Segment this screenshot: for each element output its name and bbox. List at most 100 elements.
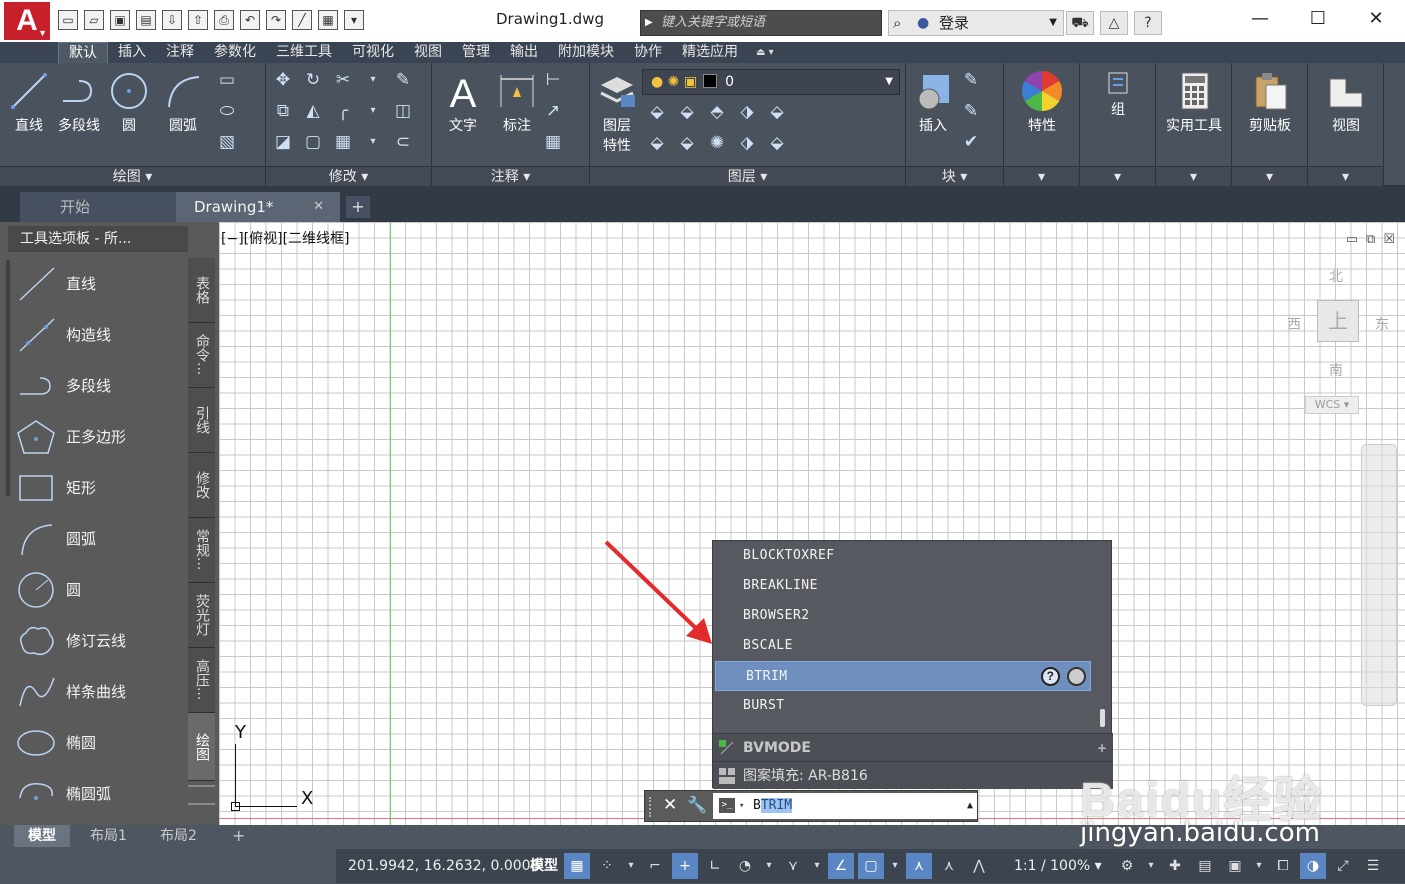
linear-dimension-icon[interactable]: ⊢ bbox=[540, 67, 566, 93]
dimension-tool-button[interactable]: 标注 bbox=[492, 71, 542, 135]
expand-arrow-icon[interactable]: ▶ bbox=[645, 11, 653, 35]
layer-tool-5-icon[interactable]: ⬙ bbox=[764, 99, 790, 125]
recent-commands-icon[interactable]: ▾ bbox=[739, 793, 744, 819]
workspace-dropdown-icon[interactable]: ▾ bbox=[1144, 853, 1158, 879]
match-properties-icon[interactable]: ╱ bbox=[292, 10, 312, 30]
navigation-bar[interactable] bbox=[1361, 444, 1397, 706]
annotation-monitor-icon[interactable]: ✚ bbox=[1162, 853, 1188, 879]
palette-item-polygon[interactable]: 正多边形 bbox=[14, 411, 186, 462]
stretch-icon[interactable]: ◪ bbox=[270, 129, 296, 155]
vtab-leaders[interactable]: 引线 bbox=[188, 388, 215, 453]
coordinate-readout[interactable]: 201.9942, 16.2632, 0.0000 bbox=[348, 849, 539, 883]
vtab-fluorescent[interactable]: 荧光灯 bbox=[188, 583, 215, 648]
text-tool-button[interactable]: A 文字 bbox=[438, 71, 488, 135]
panel-title-layers[interactable]: 图层 ▾ bbox=[590, 166, 905, 186]
wcs-menu[interactable]: WCS ▾ bbox=[1305, 396, 1359, 414]
layer-tool-4-icon[interactable]: ⬗ bbox=[734, 99, 760, 125]
customize-wrench-icon[interactable]: 🔧 bbox=[687, 795, 707, 814]
panel-title-modify[interactable]: 修改 ▾ bbox=[266, 166, 431, 186]
offset-icon[interactable]: ⊂ bbox=[390, 129, 416, 155]
tab-featured-apps[interactable]: 精选应用 bbox=[672, 42, 748, 63]
vtab-high-voltage[interactable]: 高压... bbox=[188, 648, 215, 713]
isolate-objects-icon[interactable]: ⧠ bbox=[1270, 853, 1296, 879]
login-button[interactable]: ⌕ ● 登录 ▼ bbox=[888, 10, 1064, 36]
close-icon[interactable]: ✕ bbox=[1347, 0, 1405, 38]
tab-visualize[interactable]: 可视化 bbox=[342, 42, 404, 63]
isometric-icon[interactable]: ⋎ bbox=[780, 853, 806, 879]
osnap-dropdown-icon[interactable]: ▾ bbox=[888, 853, 902, 879]
palette-item-revcloud[interactable]: 修订云线 bbox=[14, 615, 186, 666]
vtab-commands[interactable]: 命令... bbox=[188, 323, 215, 388]
block-attributes-icon[interactable]: ✔ bbox=[958, 129, 984, 155]
lock-ui-dropdown-icon[interactable]: ▾ bbox=[1252, 853, 1266, 879]
palette-title[interactable]: 工具选项板 - 所... bbox=[8, 226, 188, 252]
quick-properties-icon[interactable]: ▣ bbox=[1222, 853, 1248, 879]
maximize-icon[interactable]: ☐ bbox=[1289, 0, 1347, 38]
leader-icon[interactable]: ↗ bbox=[540, 98, 566, 124]
palette-item-construction-line[interactable]: 构造线 bbox=[14, 309, 186, 360]
snap-dropdown-icon[interactable]: ▾ bbox=[624, 853, 638, 879]
copy-icon[interactable]: ⧉ bbox=[270, 98, 296, 124]
layer-tool-10-icon[interactable]: ⬙ bbox=[764, 130, 790, 156]
tab-parametric[interactable]: 参数化 bbox=[204, 42, 266, 63]
iso-dropdown-icon[interactable]: ▾ bbox=[810, 853, 824, 879]
palette-item-spline[interactable]: 样条曲线 bbox=[14, 666, 186, 717]
utilities-button[interactable]: 实用工具 bbox=[1162, 71, 1226, 135]
viewcube-north[interactable]: 北 bbox=[1329, 266, 1343, 286]
tab-start[interactable]: 开始 bbox=[20, 192, 180, 222]
a360-icon[interactable]: △ bbox=[1100, 11, 1128, 35]
array-icon[interactable]: ▦ bbox=[330, 129, 356, 155]
layer-dropdown[interactable]: ● ✺ ▣ 0 ▼ bbox=[642, 69, 900, 95]
customization-menu-icon[interactable]: ☰ bbox=[1360, 853, 1386, 879]
units-icon[interactable]: ▤ bbox=[1192, 853, 1218, 879]
tab-layout2[interactable]: 布局2 bbox=[146, 825, 211, 847]
command-line-grip[interactable] bbox=[649, 797, 655, 817]
polyline-tool-button[interactable]: 多段线 bbox=[54, 71, 104, 135]
viewcube-top-face[interactable]: 上 bbox=[1317, 300, 1359, 342]
viewport-minimize-icon[interactable]: ▭ bbox=[1346, 232, 1358, 247]
palette-item-elliptical-arc[interactable]: 椭圆弧 bbox=[14, 768, 186, 819]
grid-icon[interactable]: ▦ bbox=[564, 853, 590, 879]
add-layout-button[interactable]: + bbox=[218, 825, 259, 847]
palette-item-circle[interactable]: 圆 bbox=[14, 564, 186, 615]
new-tab-button[interactable]: + bbox=[346, 196, 370, 218]
view-button[interactable]: 视图 bbox=[1321, 71, 1371, 135]
suggestion-browser2[interactable]: BROWSER2 bbox=[713, 601, 1113, 631]
annotation-scale[interactable]: 1:1 / 100% ▾ bbox=[1014, 849, 1102, 883]
layer-properties-button[interactable]: 图层 特性 bbox=[592, 71, 642, 155]
viewport-close-icon[interactable]: ☒ bbox=[1383, 232, 1395, 247]
panel-title-draw[interactable]: 绘图 ▾ bbox=[0, 166, 265, 186]
rotate-icon[interactable]: ↻ bbox=[300, 67, 326, 93]
layer-tool-1-icon[interactable]: ⬙ bbox=[644, 99, 670, 125]
vtab-modify[interactable]: 修改 bbox=[188, 453, 215, 518]
tab-addins[interactable]: 附加模块 bbox=[548, 42, 624, 63]
system-variable-bvmode[interactable]: BVMODE + bbox=[713, 733, 1113, 761]
properties-button[interactable]: 特性 bbox=[1017, 71, 1067, 135]
fillet-icon[interactable]: ╭ bbox=[330, 98, 356, 124]
online-search-icon[interactable] bbox=[1067, 667, 1086, 686]
line-tool-button[interactable]: 直线 bbox=[4, 71, 54, 135]
tab-insert[interactable]: 插入 bbox=[108, 42, 156, 63]
tab-manage[interactable]: 管理 bbox=[452, 42, 500, 63]
hatch-icon[interactable]: ▧ bbox=[214, 129, 240, 155]
layer-tool-2-icon[interactable]: ⬙ bbox=[674, 99, 700, 125]
command-prompt-icon[interactable]: >_ bbox=[719, 798, 735, 813]
ellipse-icon[interactable]: ⬭ bbox=[214, 98, 240, 124]
tab-output[interactable]: 输出 bbox=[500, 42, 548, 63]
help-icon[interactable]: ? bbox=[1134, 11, 1162, 35]
plot-icon[interactable]: ⎙ bbox=[214, 10, 234, 30]
viewcube-east[interactable]: 东 bbox=[1375, 314, 1389, 334]
vtab-general[interactable]: 常规... bbox=[188, 518, 215, 583]
vtab-draw[interactable]: 绘图 bbox=[188, 713, 215, 781]
palette-drag-bar[interactable] bbox=[6, 260, 10, 496]
panel-utilities-dropdown[interactable]: ▾ bbox=[1156, 166, 1231, 186]
help-icon[interactable]: ? bbox=[1041, 667, 1060, 686]
clipboard-button[interactable]: 剪贴板 bbox=[1242, 71, 1298, 135]
panel-properties-dropdown[interactable]: ▾ bbox=[1004, 166, 1079, 186]
command-history-icon[interactable]: ▲ bbox=[967, 793, 973, 819]
close-tab-icon[interactable]: ✕ bbox=[313, 192, 324, 222]
arc-tool-button[interactable]: 圆弧 bbox=[158, 71, 208, 135]
panel-groups-dropdown[interactable]: ▾ bbox=[1080, 166, 1155, 186]
polar-dropdown-icon[interactable]: ▾ bbox=[762, 853, 776, 879]
edit-block-icon[interactable]: ✎ bbox=[958, 98, 984, 124]
